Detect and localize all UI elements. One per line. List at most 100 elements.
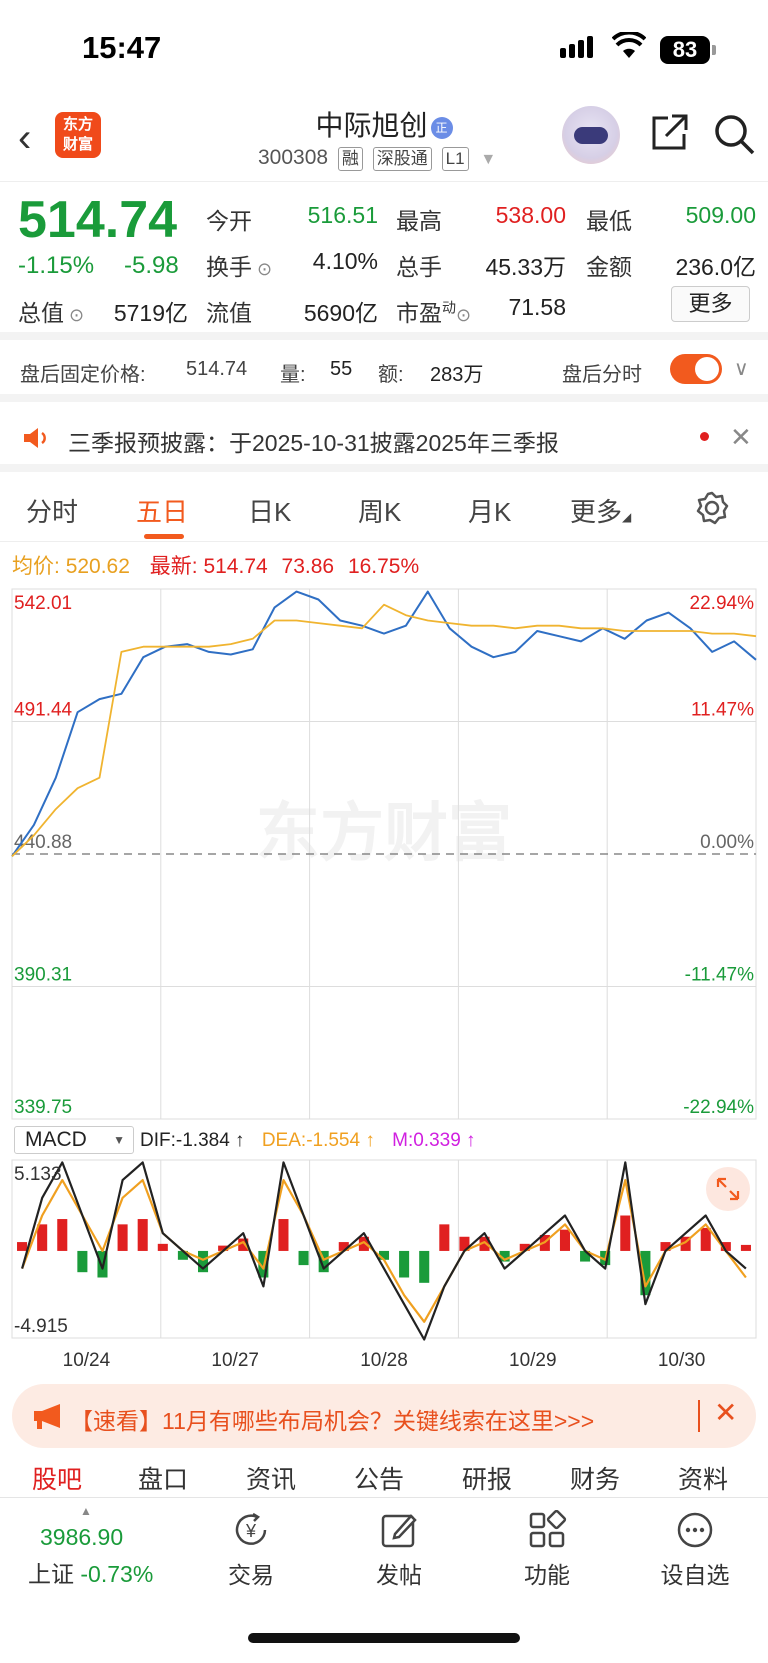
tab-five-day[interactable]: 五日 — [136, 492, 188, 529]
x-tick-label: 10/27 — [211, 1350, 259, 1371]
macd-bar — [439, 1224, 450, 1251]
avg-value: 520.62 — [65, 555, 130, 578]
tag-level: L1 — [441, 147, 469, 171]
macd-bar — [17, 1242, 28, 1251]
after-hours-toggle[interactable] — [670, 354, 722, 384]
x-tick-label: 10/29 — [509, 1350, 557, 1371]
tag-connect: 深股通 — [372, 147, 432, 171]
price-chart[interactable]: 东方财富 542.01 22.94%491.44 11.47%440.88 0.00%… — [0, 585, 768, 1125]
tab-research[interactable]: 研报 — [462, 1460, 512, 1496]
macd-bar — [57, 1219, 68, 1251]
notice-bar[interactable]: 三季报预披露：于2025-10-31披露2025年三季报 ✕ — [0, 410, 768, 472]
nav-trade[interactable]: ¥ 交易 — [191, 1510, 311, 1590]
tab-daily-k[interactable]: 日K — [248, 492, 291, 529]
tab-monthly-k[interactable]: 月K — [468, 492, 511, 529]
more-button[interactable]: 更多 — [671, 286, 750, 322]
cellular-signal-icon — [560, 36, 596, 58]
battery-icon: 83 — [660, 36, 710, 64]
avg-label: 均价: — [12, 555, 60, 578]
y-tick-left: 390.31 — [14, 965, 72, 986]
macd-chart[interactable]: 10/24 10/27 10/28 10/29 10/30 5.133 -4.915 — [0, 1158, 768, 1384]
market-cap-value: 5719亿 — [113, 300, 188, 326]
macd-legend: DIF:-1.384 ↑ DEA:-1.554 ↑ M:0.339 ↑ — [140, 1130, 476, 1151]
x-tick-label: 10/24 — [63, 1350, 111, 1371]
index-ticker[interactable]: ▲ 3986.90 上证 -0.73% — [28, 1504, 178, 1589]
banner-divider — [698, 1400, 700, 1432]
nav-add-watchlist[interactable]: 设自选 — [635, 1510, 755, 1590]
float-cap-label: 流值 — [206, 300, 252, 326]
macd-bar — [157, 1243, 168, 1251]
market-cap-label: 总值 ⊙ — [18, 300, 85, 326]
after-hours-amt-label: 额: — [378, 364, 404, 386]
pe-value: 71.58 — [508, 294, 566, 320]
macd-bar — [620, 1215, 631, 1251]
settings-gear-icon[interactable] — [694, 490, 730, 531]
home-indicator — [248, 1633, 520, 1643]
stock-header: ‹ 东方 财富 中际旭创正 300308 融 深股通 L1 ▼ — [0, 100, 768, 182]
clock: 15:47 — [82, 30, 162, 65]
share-icon[interactable] — [648, 112, 690, 163]
low-value: 509.00 — [685, 202, 756, 228]
promo-banner[interactable]: 【速看】11月有哪些布局机会？关键线索在这里>>> ✕ — [12, 1384, 756, 1448]
stock-name: 中际旭创 — [315, 110, 428, 141]
close-icon[interactable]: ✕ — [714, 1396, 737, 1429]
amount-label: 金额 — [586, 254, 632, 280]
turnover-label: 换手 ⊙ — [206, 254, 273, 280]
assistant-robot-icon[interactable] — [562, 106, 620, 164]
status-bar: 15:47 83 — [0, 0, 768, 100]
tab-announcements[interactable]: 公告 — [354, 1460, 404, 1496]
y-tick-right: 11.47% — [691, 700, 754, 721]
float-cap-value: 5690亿 — [303, 300, 378, 326]
notice-text: 三季报预披露：于2025-10-31披露2025年三季报 — [68, 430, 559, 456]
macd-bar — [117, 1224, 128, 1251]
macd-bar — [37, 1224, 48, 1251]
trade-icon: ¥ — [191, 1510, 311, 1550]
chart-tabs: 分时 五日 日K 周K 月K 更多◢ — [0, 480, 768, 542]
tab-intraday[interactable]: 分时 — [26, 492, 78, 529]
open-value: 516.51 — [307, 202, 378, 228]
tab-news[interactable]: 资讯 — [246, 1460, 296, 1496]
open-label: 今开 — [206, 208, 252, 234]
stock-code-row[interactable]: 300308 融 深股通 L1 ▼ — [258, 146, 496, 171]
y-tick-right: 0.00% — [700, 832, 754, 853]
last-label: 最新: — [149, 555, 198, 578]
last-change: 73.86 — [281, 555, 335, 578]
battery-cap — [712, 45, 716, 55]
bottom-nav: ▲ 3986.90 上证 -0.73% ¥ 交易 发帖 功能 设自选 — [0, 1497, 768, 1663]
nav-post[interactable]: 发帖 — [339, 1510, 459, 1590]
tab-profile[interactable]: 资料 — [678, 1460, 728, 1496]
amount-value: 236.0亿 — [675, 254, 756, 280]
after-hours-vol: 55 — [330, 358, 353, 380]
expand-button[interactable] — [706, 1167, 750, 1211]
y-tick-left: 339.75 — [14, 1097, 72, 1118]
tab-finance[interactable]: 财务 — [570, 1460, 620, 1496]
active-tab-indicator — [144, 534, 184, 539]
x-tick-label: 10/28 — [360, 1350, 408, 1371]
expand-bg — [706, 1167, 750, 1211]
last-value: 514.74 — [203, 555, 268, 578]
turnover-value: 4.10% — [312, 248, 378, 274]
after-hours-amt: 283万 — [430, 364, 484, 386]
indicator-select[interactable]: MACD ▼ — [14, 1126, 134, 1154]
search-icon[interactable] — [712, 112, 756, 165]
unread-dot — [700, 432, 709, 441]
after-hours-bar: 盘后固定价格: 514.74 量: 55 额: 283万 盘后分时 ∨ — [0, 348, 768, 402]
edit-icon — [339, 1510, 459, 1550]
nav-functions[interactable]: 功能 — [487, 1509, 607, 1590]
change-percent: -1.15% — [18, 252, 95, 279]
section-tabs: 股吧 盘口 资讯 公告 研报 财务 资料 — [0, 1458, 768, 1496]
after-hours-vol-label: 量: — [280, 364, 306, 386]
y-tick-right: -11.47% — [685, 965, 754, 986]
close-icon[interactable]: ✕ — [730, 422, 752, 453]
tab-more[interactable]: 更多◢ — [570, 492, 631, 529]
macd-bar — [298, 1250, 309, 1266]
y-tick-left: 542.01 — [14, 593, 72, 614]
tab-weekly-k[interactable]: 周K — [358, 492, 401, 529]
chevron-down-icon[interactable]: ∨ — [734, 356, 749, 381]
high-value: 538.00 — [495, 202, 566, 228]
macd-bar — [559, 1229, 570, 1251]
tab-guba[interactable]: 股吧 — [32, 1460, 82, 1496]
chevron-down-icon[interactable]: ▼ — [480, 151, 496, 168]
low-label: 最低 — [586, 208, 632, 234]
tab-pankou[interactable]: 盘口 — [138, 1460, 188, 1496]
